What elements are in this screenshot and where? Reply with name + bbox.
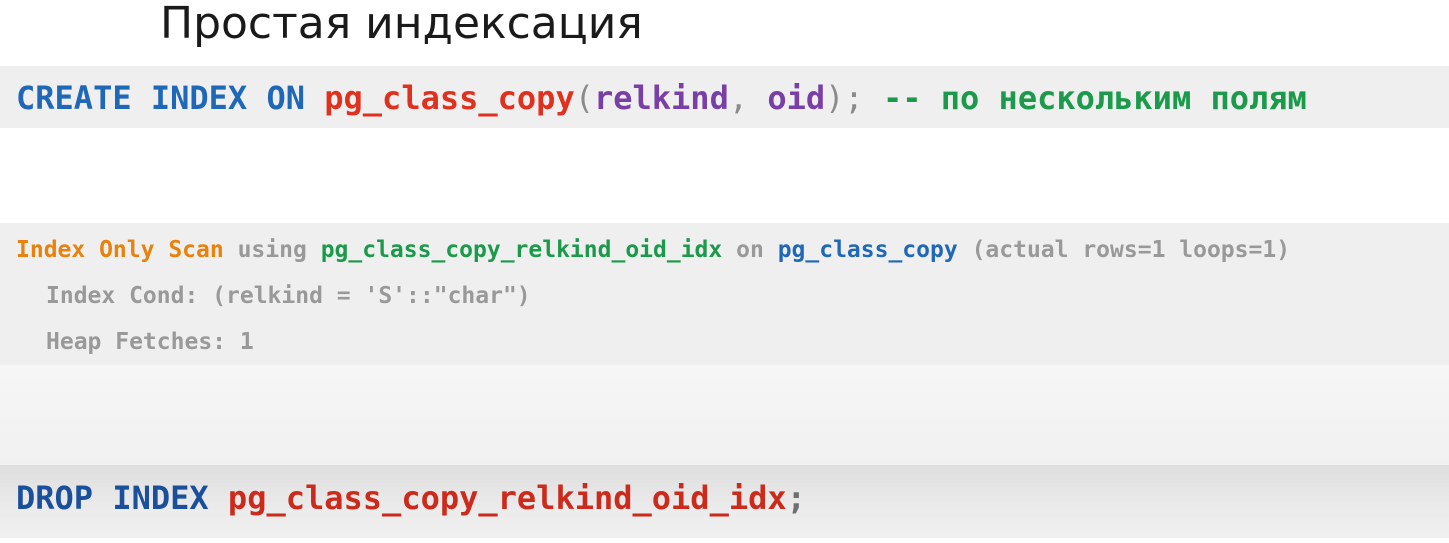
close-paren-semicolon: ); xyxy=(825,79,864,117)
index-keyword: INDEX xyxy=(150,79,248,117)
semicolon: ; xyxy=(786,479,806,517)
column-relkind: relkind xyxy=(593,79,729,117)
plan-index-name: pg_class_copy_relkind_oid_idx xyxy=(320,237,723,263)
plan-index-cond: Index Cond: (relkind = 'S'::"char") xyxy=(46,283,531,309)
using-keyword: using xyxy=(237,237,307,263)
on-keyword: on xyxy=(736,237,764,263)
empty-band xyxy=(0,365,1449,465)
table-name: pg_class_copy xyxy=(324,79,575,117)
drop-index-name: pg_class_copy_relkind_oid_idx xyxy=(227,479,787,517)
drop-index-code-block: DROP INDEX pg_class_copy_relkind_oid_idx… xyxy=(0,465,1449,538)
open-paren: ( xyxy=(574,79,594,117)
comma: , xyxy=(728,79,768,117)
slide-title: Простая индексация xyxy=(160,0,643,49)
on-keyword: ON xyxy=(266,79,305,117)
plan-node-line: Index Only Scan using pg_class_copy_relk… xyxy=(16,232,1449,278)
drop-keyword: DROP xyxy=(16,479,94,517)
plan-heap-fetches: Heap Fetches: 1 xyxy=(46,329,254,355)
plan-actual-stats: (actual rows=1 loops=1) xyxy=(971,237,1291,263)
sql-comment: -- по нескольким полям xyxy=(882,79,1307,117)
column-oid: oid xyxy=(767,79,826,117)
plan-table-name: pg_class_copy xyxy=(777,237,958,263)
index-keyword: INDEX xyxy=(112,479,209,517)
create-index-code-block: CREATE INDEX ON pg_class_copy(relkind, o… xyxy=(0,66,1449,128)
create-keyword: CREATE xyxy=(16,79,132,117)
explain-plan-block: Index Only Scan using pg_class_copy_relk… xyxy=(0,223,1449,365)
plan-node-type: Index Only Scan xyxy=(16,237,224,263)
